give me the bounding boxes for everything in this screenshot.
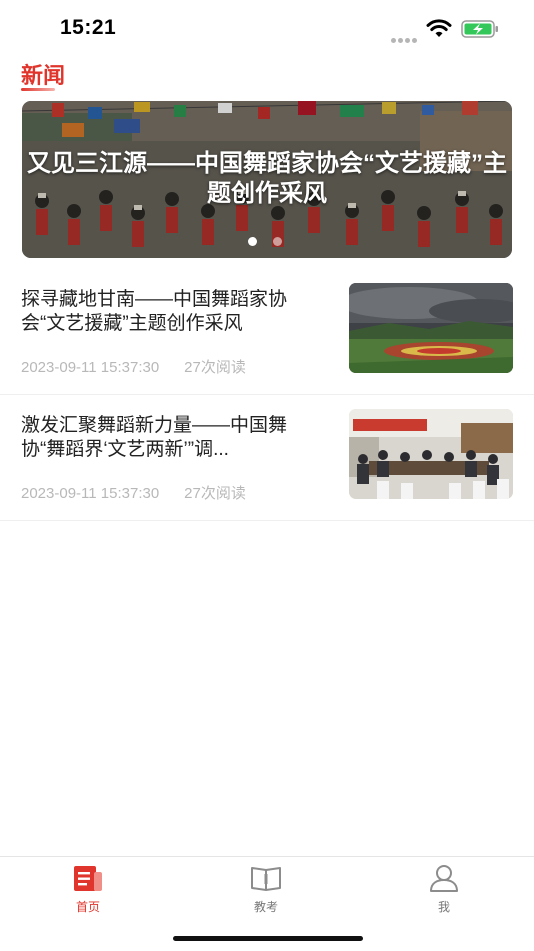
news-read-count: 27次阅读 [184, 359, 246, 376]
user-icon [430, 865, 458, 892]
book-icon [251, 867, 281, 891]
news-list-item[interactable]: 探寻藏地甘南——中国舞蹈家协会“文艺援藏”主题创作采风 2023-09-11 1… [0, 270, 534, 395]
tab-label: 我 [437, 900, 450, 914]
home-indicator [173, 936, 363, 941]
tab-label: 教考 [253, 900, 278, 914]
news-read-count: 27次阅读 [184, 485, 246, 502]
news-thumbnail [349, 409, 513, 499]
news-meta: 2023-09-11 15:37:30 27次阅读 [21, 482, 246, 503]
banner-dot[interactable] [248, 237, 257, 246]
news-date: 2023-09-11 15:37:30 [21, 359, 160, 376]
section-title-underline [21, 88, 55, 91]
status-bar: 15:21 [0, 0, 534, 60]
banner-dot[interactable] [273, 237, 282, 246]
tab-label: 首页 [75, 900, 100, 914]
news-list-item[interactable]: 激发汇聚舞蹈新力量——中国舞协“舞蹈界‘文艺两新’”调... 2023-09-1… [0, 396, 534, 521]
news-thumbnail [349, 283, 513, 373]
section-title: 新闻 [21, 63, 66, 88]
status-time: 15:21 [60, 16, 117, 39]
signal-dots-icon [391, 30, 419, 48]
news-meta: 2023-09-11 15:37:30 27次阅读 [21, 356, 246, 377]
banner-carousel[interactable]: 又见三江源——中国舞蹈家协会“文艺援藏”主题创作采风 [22, 101, 512, 258]
banner-title: 又见三江源——中国舞蹈家协会“文艺援藏”主题创作采风 [27, 150, 507, 207]
news-date: 2023-09-11 15:37:30 [21, 485, 160, 502]
tab-teaching-exam[interactable]: 教考 [226, 863, 306, 915]
banner-pagination [248, 233, 298, 251]
battery-charging-icon [461, 20, 498, 38]
tab-me[interactable]: 我 [404, 863, 484, 915]
news-title: 探寻藏地甘南——中国舞蹈家协会“文艺援藏”主题创作采风 [21, 289, 288, 334]
news-document-icon [74, 866, 102, 891]
wifi-icon [426, 19, 452, 37]
news-title: 激发汇聚舞蹈新力量——中国舞协“舞蹈界‘文艺两新’”调... [21, 415, 288, 460]
tab-home[interactable]: 首页 [48, 863, 128, 915]
